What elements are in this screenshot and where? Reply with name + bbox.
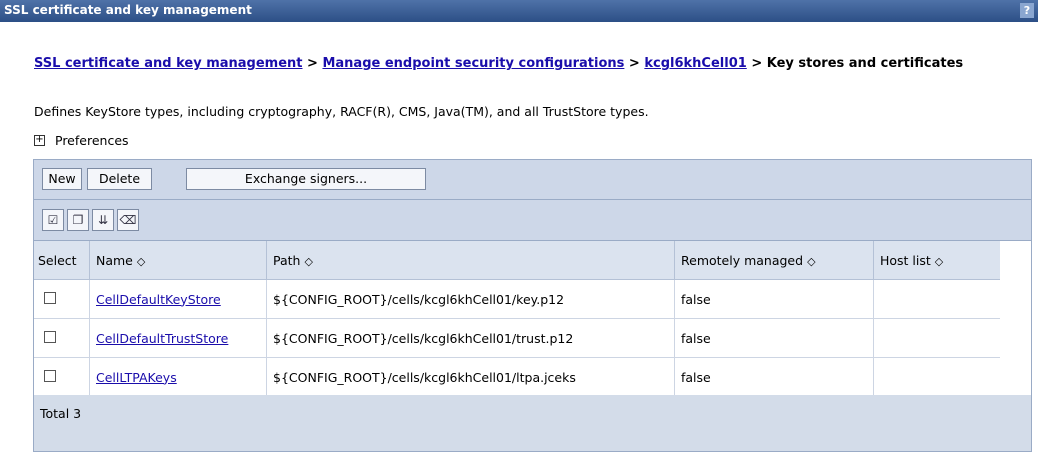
col-remote[interactable]: Remotely managed ◇ — [674, 241, 874, 280]
collection-panel: New Delete Exchange signers... ☑ ❐ ⇊ ⌫ S… — [33, 159, 1032, 452]
col-path-label: Path — [273, 252, 301, 268]
select-all-icon[interactable]: ☑ — [42, 209, 64, 231]
help-icon[interactable]: ? — [1020, 3, 1034, 18]
table-row: CellLTPAKeys ${CONFIG_ROOT}/cells/kcgl6k… — [34, 357, 1000, 397]
col-select: Select — [34, 241, 90, 280]
breadcrumb-ssl-link[interactable]: SSL certificate and key management — [34, 56, 303, 71]
exchange-signers-button[interactable]: Exchange signers... — [186, 168, 426, 190]
window-title: SSL certificate and key management — [4, 3, 252, 17]
name-cell: CellDefaultKeyStore — [89, 279, 267, 319]
col-name[interactable]: Name ◇ — [89, 241, 267, 280]
sort-icon[interactable]: ◇ — [137, 255, 145, 268]
col-hosts-label: Host list — [880, 252, 931, 268]
page-description: Defines KeyStore types, including crypto… — [34, 104, 649, 119]
preferences-label: Preferences — [55, 133, 129, 148]
delete-button[interactable]: Delete — [87, 168, 152, 190]
row-checkbox[interactable] — [44, 369, 56, 382]
keystore-table: Select Name ◇ Path ◇ Remotely managed ◇ Hos… — [34, 241, 1000, 397]
hosts-cell — [873, 279, 1000, 319]
hosts-cell — [873, 318, 1000, 358]
breadcrumb-separator: > — [751, 56, 763, 71]
button-toolbar: New Delete Exchange signers... — [34, 160, 1031, 200]
remote-cell: false — [674, 279, 874, 319]
remote-cell: false — [674, 357, 874, 397]
table-row: CellDefaultKeyStore ${CONFIG_ROOT}/cells… — [34, 279, 1000, 319]
col-hosts[interactable]: Host list ◇ — [873, 241, 1000, 280]
select-cell — [34, 279, 90, 319]
breadcrumb-cell-link[interactable]: kcgl6khCell01 — [644, 56, 746, 71]
name-cell: CellDefaultTrustStore — [89, 318, 267, 358]
icon-toolbar: ☑ ❐ ⇊ ⌫ — [34, 200, 1031, 241]
total-count: Total 3 — [40, 406, 82, 421]
col-name-label: Name — [96, 252, 133, 268]
path-cell: ${CONFIG_ROOT}/cells/kcgl6khCell01/ltpa.… — [266, 357, 675, 397]
breadcrumb-separator: > — [628, 56, 640, 71]
sort-icon[interactable]: ◇ — [304, 255, 312, 268]
breadcrumb: SSL certificate and key management > Man… — [34, 56, 994, 72]
expand-icon[interactable]: + — [34, 135, 45, 146]
path-cell: ${CONFIG_ROOT}/cells/kcgl6khCell01/key.p… — [266, 279, 675, 319]
new-button[interactable]: New — [42, 168, 82, 190]
title-bar: SSL certificate and key management ? — [0, 0, 1038, 22]
hosts-cell — [873, 357, 1000, 397]
breadcrumb-separator: > — [307, 56, 318, 71]
breadcrumb-endpoint-link[interactable]: Manage endpoint security configurations — [322, 56, 624, 71]
select-cell — [34, 318, 90, 358]
preferences-toggle[interactable]: + Preferences — [34, 133, 129, 148]
sort-icon[interactable]: ◇ — [807, 255, 815, 268]
clear-filter-icon[interactable]: ⌫ — [117, 209, 139, 231]
remote-cell: false — [674, 318, 874, 358]
col-path[interactable]: Path ◇ — [266, 241, 675, 280]
row-checkbox[interactable] — [44, 330, 56, 343]
path-cell: ${CONFIG_ROOT}/cells/kcgl6khCell01/trust… — [266, 318, 675, 358]
breadcrumb-current: Key stores and certificates — [766, 56, 964, 71]
keystore-link[interactable]: CellLTPAKeys — [96, 370, 177, 385]
keystore-link[interactable]: CellDefaultKeyStore — [96, 292, 221, 307]
keystore-link[interactable]: CellDefaultTrustStore — [96, 331, 228, 346]
show-filter-icon[interactable]: ⇊ — [92, 209, 114, 231]
table-row: CellDefaultTrustStore ${CONFIG_ROOT}/cel… — [34, 318, 1000, 358]
table-footer: Total 3 — [34, 395, 1031, 451]
name-cell: CellLTPAKeys — [89, 357, 267, 397]
table-header-row: Select Name ◇ Path ◇ Remotely managed ◇ Hos… — [34, 241, 1000, 280]
sort-icon[interactable]: ◇ — [935, 255, 943, 268]
row-checkbox[interactable] — [44, 291, 56, 304]
col-remote-label: Remotely managed — [681, 252, 804, 268]
deselect-all-icon[interactable]: ❐ — [67, 209, 89, 231]
select-cell — [34, 357, 90, 397]
